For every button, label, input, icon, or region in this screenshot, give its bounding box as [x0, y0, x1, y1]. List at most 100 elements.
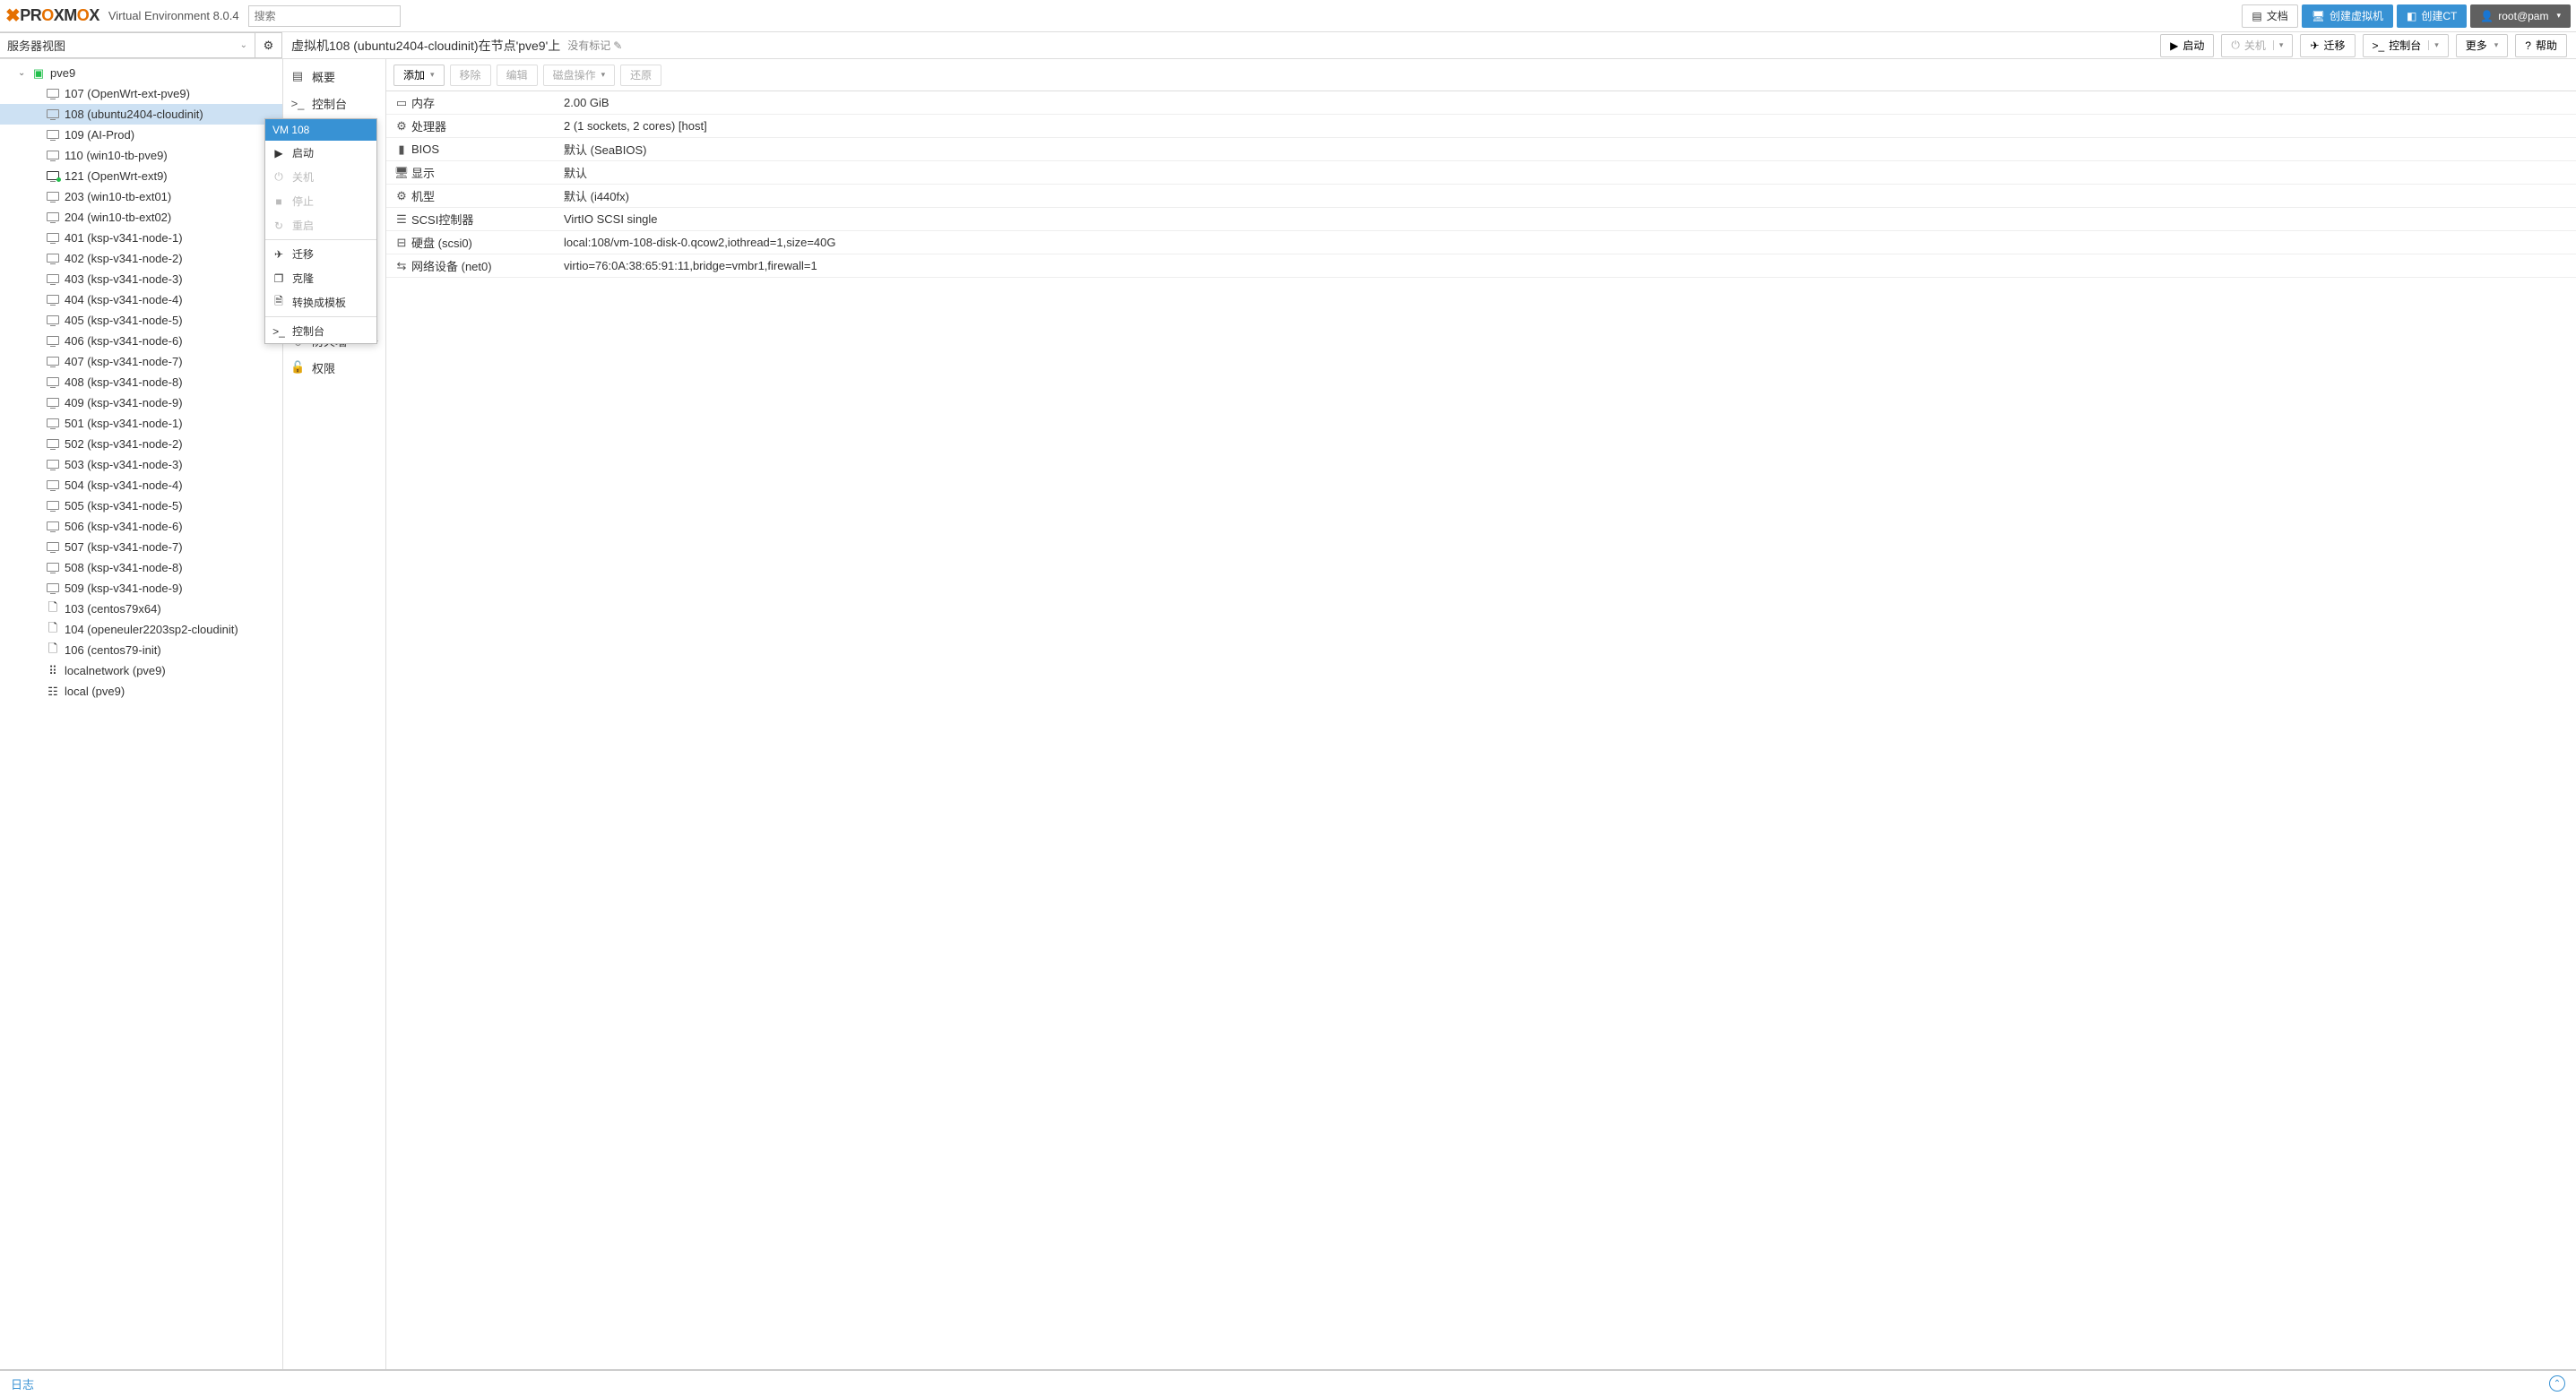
network-icon: ⠿ [45, 664, 61, 678]
migrate-button[interactable]: ✈迁移 [2300, 34, 2355, 57]
resource-tree[interactable]: ⌄ ▣ pve9 107 (OpenWrt-ext-pve9)108 (ubun… [0, 59, 283, 1369]
hardware-row[interactable]: ☰SCSI控制器VirtIO SCSI single [386, 208, 2576, 231]
tree-item-121[interactable]: 121 (OpenWrt-ext9) [0, 166, 282, 186]
tree-item-label: 110 (win10-tb-pve9) [65, 149, 168, 162]
tree-item-108[interactable]: 108 (ubuntu2404-cloudinit) [0, 104, 282, 125]
tree-item-401[interactable]: 401 (ksp-v341-node-1) [0, 228, 282, 248]
tree-item-407[interactable]: 407 (ksp-v341-node-7) [0, 351, 282, 372]
tree-node-pve9[interactable]: ⌄ ▣ pve9 [0, 63, 282, 83]
log-link[interactable]: 日志 [11, 1375, 34, 1392]
power-icon: ⏻ [2231, 39, 2240, 52]
tree-item-507[interactable]: 507 (ksp-v341-node-7) [0, 537, 282, 557]
tree-item-406[interactable]: 406 (ksp-v341-node-6) [0, 331, 282, 351]
docs-button[interactable]: ▤文档 [2242, 4, 2297, 28]
cm-console[interactable]: >_控制台 [265, 319, 376, 343]
tree-item-label: 203 (win10-tb-ext01) [65, 190, 171, 203]
cm-start[interactable]: ▶启动 [265, 141, 376, 165]
cm-label: 转换成模板 [292, 295, 346, 310]
tree-item-508[interactable]: 508 (ksp-v341-node-8) [0, 557, 282, 578]
desktop-icon [45, 293, 61, 306]
tree-item-107[interactable]: 107 (OpenWrt-ext-pve9) [0, 83, 282, 104]
tree-item-103[interactable]: 🗋103 (centos79x64) [0, 599, 282, 619]
user-icon: 👤 [2480, 10, 2494, 22]
search-input[interactable] [248, 5, 401, 27]
tree-item-106[interactable]: 🗋106 (centos79-init) [0, 640, 282, 660]
desktop-icon [45, 190, 61, 203]
tree-item-501[interactable]: 501 (ksp-v341-node-1) [0, 413, 282, 434]
cm-label: 重启 [292, 218, 314, 233]
tree-item-509[interactable]: 509 (ksp-v341-node-9) [0, 578, 282, 599]
view-select[interactable]: 服务器视图 ⌄ [0, 32, 255, 58]
hardware-row[interactable]: ⇆网络设备 (net0)virtio=76:0A:38:65:91:11,bri… [386, 254, 2576, 278]
tags-editor[interactable]: 没有标记✎ [567, 38, 622, 53]
refresh-icon: ↻ [272, 220, 285, 232]
remove-label: 移除 [460, 67, 481, 82]
create-ct-button[interactable]: ◧创建CT [2397, 4, 2467, 28]
cm-shutdown: ⏻关机 [265, 165, 376, 189]
hardware-row[interactable]: ▭内存2.00 GiB [386, 91, 2576, 115]
tree-item-109[interactable]: 109 (AI-Prod) [0, 125, 282, 145]
tree-item-404[interactable]: 404 (ksp-v341-node-4) [0, 289, 282, 310]
expand-log-button[interactable]: ⌃ [2549, 1375, 2565, 1392]
tree-item-403[interactable]: 403 (ksp-v341-node-3) [0, 269, 282, 289]
hardware-row[interactable]: ⊟硬盘 (scsi0)local:108/vm-108-disk-0.qcow2… [386, 231, 2576, 254]
hardware-row[interactable]: ▮BIOS默认 (SeaBIOS) [386, 138, 2576, 161]
revert-button[interactable]: 还原 [620, 65, 661, 86]
more-label: 更多 [2466, 38, 2487, 53]
cm-migrate[interactable]: ✈迁移 [265, 242, 376, 266]
user-menu-button[interactable]: 👤root@pam [2470, 4, 2571, 28]
cm-clone[interactable]: ❐克隆 [265, 266, 376, 290]
tree-item-label: 404 (ksp-v341-node-4) [65, 293, 183, 306]
hw-value: 默认 (SeaBIOS) [564, 141, 2571, 158]
nav-summary[interactable]: ▤概要 [283, 63, 385, 90]
tree-item-503[interactable]: 503 (ksp-v341-node-3) [0, 454, 282, 475]
tree-item-lo[interactable]: ☷local (pve9) [0, 681, 282, 702]
create-vm-button[interactable]: 🖥创建虚拟机 [2302, 4, 2393, 28]
shutdown-button[interactable]: ⏻关机▾ [2221, 34, 2293, 57]
tree-item-408[interactable]: 408 (ksp-v341-node-8) [0, 372, 282, 392]
pencil-icon: ✎ [613, 39, 622, 52]
tree-item-409[interactable]: 409 (ksp-v341-node-9) [0, 392, 282, 413]
nav-console[interactable]: >_控制台 [283, 90, 385, 116]
view-settings-button[interactable]: ⚙ [255, 32, 282, 58]
cm-template[interactable]: 🗎转换成模板 [265, 290, 376, 315]
tree-item-405[interactable]: 405 (ksp-v341-node-5) [0, 310, 282, 331]
tree-item-label: 407 (ksp-v341-node-7) [65, 355, 183, 368]
desktop-icon [45, 314, 61, 327]
tree-item-504[interactable]: 504 (ksp-v341-node-4) [0, 475, 282, 495]
terminal-icon: >_ [290, 97, 305, 110]
tree-item-label: 121 (OpenWrt-ext9) [65, 169, 168, 183]
desktop-icon [45, 231, 61, 245]
tree-item-203[interactable]: 203 (win10-tb-ext01) [0, 186, 282, 207]
tree-item-505[interactable]: 505 (ksp-v341-node-5) [0, 495, 282, 516]
hardware-row[interactable]: ⚙机型默认 (i440fx) [386, 185, 2576, 208]
tree-item-ln[interactable]: ⠿localnetwork (pve9) [0, 660, 282, 681]
desktop-icon [45, 478, 61, 492]
tree-item-502[interactable]: 502 (ksp-v341-node-2) [0, 434, 282, 454]
chevron-up-icon: ⌃ [2554, 1379, 2561, 1389]
hw-label: SCSI控制器 [411, 211, 564, 228]
help-button[interactable]: ?帮助 [2515, 34, 2567, 57]
revert-label: 还原 [630, 67, 652, 82]
add-button[interactable]: 添加▾ [393, 65, 445, 86]
remove-button[interactable]: 移除 [450, 65, 491, 86]
more-button[interactable]: 更多▾ [2456, 34, 2509, 57]
console-button[interactable]: >_控制台▾ [2363, 34, 2449, 57]
chevron-down-icon: ▾ [2273, 40, 2284, 50]
tree-item-110[interactable]: 110 (win10-tb-pve9) [0, 145, 282, 166]
disk-action-button[interactable]: 磁盘操作▾ [543, 65, 616, 86]
no-tags-label: 没有标记 [567, 38, 610, 53]
hardware-row[interactable]: 🖥显示默认 [386, 161, 2576, 185]
hardware-row[interactable]: ⚙处理器2 (1 sockets, 2 cores) [host] [386, 115, 2576, 138]
desktop-icon [45, 252, 61, 265]
edit-button[interactable]: 编辑 [497, 65, 538, 86]
terminal-icon: >_ [272, 325, 285, 338]
tree-item-506[interactable]: 506 (ksp-v341-node-6) [0, 516, 282, 537]
tree-item-204[interactable]: 204 (win10-tb-ext02) [0, 207, 282, 228]
tree-item-402[interactable]: 402 (ksp-v341-node-2) [0, 248, 282, 269]
tree-item-104[interactable]: 🗋104 (openeuler2203sp2-cloudinit) [0, 619, 282, 640]
start-button[interactable]: ▶启动 [2160, 34, 2214, 57]
view-bar: 服务器视图 ⌄ ⚙ 虚拟机108 (ubuntu2404-cloudinit)在… [0, 32, 2576, 59]
nav-permissions[interactable]: 🔓权限 [283, 354, 385, 381]
hw-label: 内存 [411, 94, 564, 111]
